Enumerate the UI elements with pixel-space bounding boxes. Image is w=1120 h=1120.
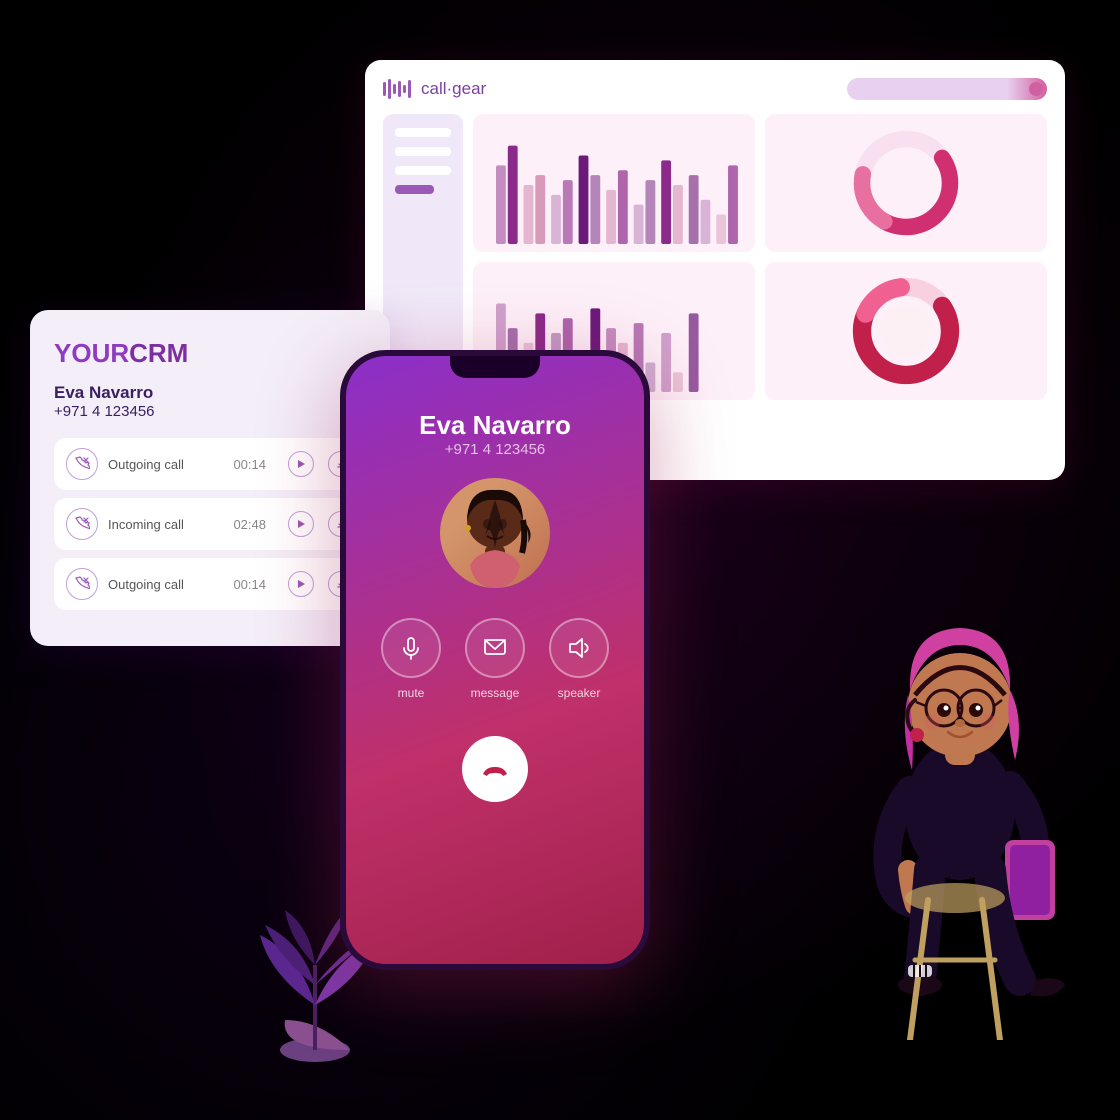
call-duration-3: 00:14	[233, 577, 266, 592]
play-btn-2[interactable]	[288, 511, 314, 537]
donut-chart-bottom	[765, 262, 1047, 400]
call-type-2: Incoming call	[108, 517, 223, 532]
crm-card: YOURCRM Eva Navarro +971 4 123456 Outgoi…	[30, 310, 390, 646]
play-btn-3[interactable]	[288, 571, 314, 597]
phone-mockup: Eva Navarro +971 4 123456	[340, 350, 650, 970]
end-call-button[interactable]	[462, 736, 528, 802]
crm-title-plain: YOUR	[54, 338, 129, 368]
crm-title-bold: CRM	[129, 338, 188, 368]
message-button[interactable]: message	[465, 618, 525, 700]
crm-contact-name: Eva Navarro	[54, 383, 366, 403]
menu-line-1	[395, 128, 451, 137]
outgoing-call-icon-2	[66, 568, 98, 600]
speaker-button[interactable]: speaker	[549, 618, 609, 700]
call-duration-1: 00:14	[233, 457, 266, 472]
speaker-circle	[549, 618, 609, 678]
menu-line-3	[395, 166, 451, 175]
message-circle	[465, 618, 525, 678]
call-type-1: Outgoing call	[108, 457, 223, 472]
call-type-3: Outgoing call	[108, 577, 223, 592]
menu-line-active	[395, 185, 434, 194]
crm-contact-phone: +971 4 123456	[54, 403, 366, 420]
character-illustration	[820, 560, 1080, 1040]
donut-chart-top	[765, 114, 1047, 252]
message-label: message	[471, 686, 520, 700]
menu-line-2	[395, 147, 451, 156]
phone-avatar	[440, 478, 550, 588]
camera-dot	[491, 364, 499, 372]
callgear-logo: call·gear	[383, 78, 486, 100]
search-dot	[1029, 82, 1043, 96]
outgoing-call-icon-1	[66, 448, 98, 480]
dashboard-header: call·gear	[383, 78, 1047, 100]
phone-contact-name: Eva Navarro	[419, 410, 571, 441]
play-btn-1[interactable]	[288, 451, 314, 477]
mute-button[interactable]: mute	[381, 618, 441, 700]
incoming-call-icon	[66, 508, 98, 540]
search-bar[interactable]	[847, 78, 1047, 100]
call-log-item-3: Outgoing call 00:14	[54, 558, 366, 610]
mute-label: mute	[398, 686, 425, 700]
call-log-item-1: Outgoing call 00:14	[54, 438, 366, 490]
bar-chart-top	[473, 114, 755, 252]
call-duration-2: 02:48	[233, 517, 266, 532]
logo-text: call·gear	[421, 79, 486, 99]
call-log-item-2: Incoming call 02:48	[54, 498, 366, 550]
mute-circle	[381, 618, 441, 678]
phone-controls: mute message speaker	[381, 618, 609, 700]
speaker-label: speaker	[558, 686, 601, 700]
crm-title: YOURCRM	[54, 338, 366, 369]
phone-contact-number: +971 4 123456	[445, 441, 546, 458]
